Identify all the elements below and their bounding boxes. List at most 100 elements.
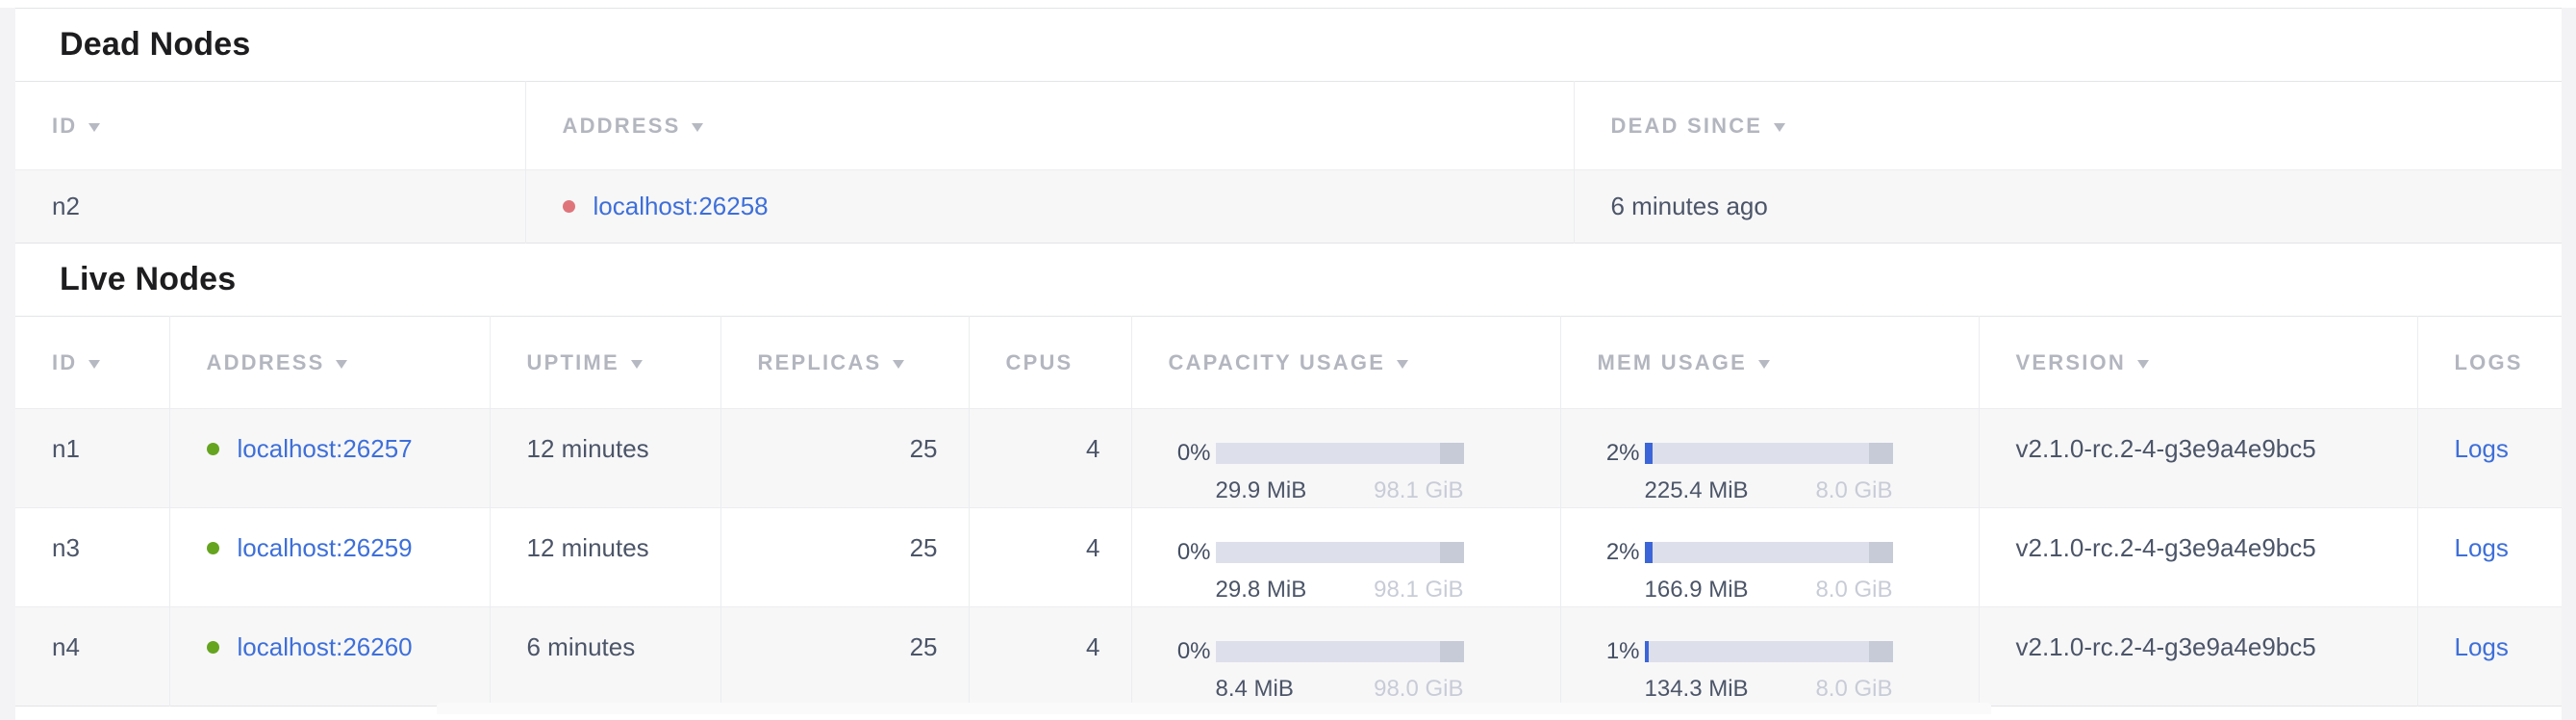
column-header-dead-since[interactable]: DEAD SINCE <box>1574 82 2562 170</box>
column-header-label: LOGS <box>2455 350 2523 374</box>
page-left-gutter <box>0 8 15 720</box>
cpus-cell: 4 <box>969 409 1131 508</box>
live-node-row: n3localhost:2625912 minutes2540%29.8 MiB… <box>15 508 2562 607</box>
column-header-label: ADDRESS <box>207 350 325 374</box>
version-value: v2.1.0-rc.2-4-g3e9a4e9bc5 <box>2016 632 2316 661</box>
column-header-address[interactable]: ADDRESS <box>525 82 1574 170</box>
capacity-usage-track <box>1216 443 1464 464</box>
capacity-used-value: 8.4 MiB <box>1216 675 1294 704</box>
column-header-label: MEM USAGE <box>1598 350 1747 374</box>
live-status-dot-icon <box>207 641 219 654</box>
mem-usage-track <box>1645 542 1893 563</box>
column-header-capacity-usage[interactable]: CAPACITY USAGE <box>1131 317 1560 409</box>
version-cell: v2.1.0-rc.2-4-g3e9a4e9bc5 <box>1979 607 2417 707</box>
capacity-usage-values: 29.8 MiB98.1 GiB <box>1216 576 1464 604</box>
page-right-gutter <box>2562 8 2576 720</box>
capacity-other-usage-segment <box>1440 542 1464 563</box>
node-address-link[interactable]: localhost:26260 <box>238 632 413 661</box>
capacity-usage-cell: 0%29.8 MiB98.1 GiB <box>1131 508 1560 607</box>
dead-nodes-table: IDADDRESSDEAD SINCE n2localhost:262586 m… <box>15 81 2562 244</box>
column-header-replicas[interactable]: REPLICAS <box>720 317 969 409</box>
mem-usage-cell: 1%134.3 MiB8.0 GiB <box>1560 607 1979 707</box>
sort-arrow-icon <box>88 360 100 369</box>
logs-link[interactable]: Logs <box>2455 632 2509 661</box>
capacity-usage-values: 29.9 MiB 98.1 GiB <box>1216 476 1464 505</box>
uptime-cell: 12 minutes <box>490 409 720 508</box>
node-address-link[interactable]: localhost:26258 <box>593 192 769 220</box>
mem-usage-track <box>1645 641 1893 662</box>
cluster-overview-page: Dead Nodes IDADDRESSDEAD SINCE n2localho… <box>0 0 2576 720</box>
mem-usage-bar-line: 2% <box>1598 439 1979 468</box>
capacity-usage-bar-chart: 0%29.9 MiB98.1 GiB <box>1169 439 1560 505</box>
mem-usage-track <box>1645 443 1893 464</box>
capacity-usage-track <box>1216 641 1464 662</box>
column-header-label: ADDRESS <box>563 114 681 138</box>
node-list-content: Dead Nodes IDADDRESSDEAD SINCE n2localho… <box>15 8 2562 707</box>
sort-arrow-icon <box>1774 123 1785 132</box>
node-id-cell: n4 <box>15 607 169 707</box>
mem-other-usage-segment <box>1869 542 1893 563</box>
column-header-cpus: CPUS <box>969 317 1131 409</box>
capacity-usage-percent: 0% <box>1169 637 1211 666</box>
column-header-label: CPUS <box>1006 350 1073 374</box>
live-node-row: n1localhost:2625712 minutes2540%29.9 MiB… <box>15 409 2562 508</box>
column-header-label: DEAD SINCE <box>1611 114 1763 138</box>
sort-arrow-icon <box>692 123 703 132</box>
node-id-cell: n1 <box>15 409 169 508</box>
live-status-dot-icon <box>207 542 219 554</box>
mem-total-value: 8.0 GiB <box>1815 476 1892 505</box>
sort-arrow-icon <box>88 123 100 132</box>
node-address-link[interactable]: localhost:26259 <box>238 533 413 562</box>
column-header-version[interactable]: VERSION <box>1979 317 2417 409</box>
mem-usage-bar-line: 1% <box>1598 637 1979 666</box>
capacity-total-value: 98.0 GiB <box>1374 675 1463 704</box>
mem-used-value: 166.9 MiB <box>1645 576 1749 604</box>
column-header-id[interactable]: ID <box>15 82 525 170</box>
live-node-row: n4localhost:262606 minutes2540%8.4 MiB98… <box>15 607 2562 707</box>
capacity-used-value: 29.8 MiB <box>1216 576 1307 604</box>
mem-usage-values: 225.4 MiB 8.0 GiB <box>1645 476 1893 505</box>
column-header-logs: LOGS <box>2417 317 2562 409</box>
column-header-address[interactable]: ADDRESS <box>169 317 490 409</box>
node-id-cell: n2 <box>15 170 525 244</box>
mem-usage-bar-chart: 2%225.4 MiB 8.0 GiB <box>1598 439 1979 505</box>
sort-arrow-icon <box>336 360 347 369</box>
capacity-usage-bar-chart: 0%8.4 MiB 98.0 GiB <box>1169 637 1560 704</box>
logs-link[interactable]: Logs <box>2455 434 2509 463</box>
mem-usage-percent: 1% <box>1598 637 1640 666</box>
dead-nodes-header-row: ID ADDRESS DEAD SINCE <box>15 82 2562 170</box>
live-status-dot-icon <box>207 443 219 455</box>
node-address-cell: localhost:26260 <box>169 607 490 707</box>
version-cell: v2.1.0-rc.2-4-g3e9a4e9bc5 <box>1979 409 2417 508</box>
capacity-total-value: 98.1 GiB <box>1374 476 1463 505</box>
logs-cell: Logs <box>2417 409 2562 508</box>
mem-usage-percent: 2% <box>1598 439 1640 468</box>
logs-link[interactable]: Logs <box>2455 533 2509 562</box>
mem-used-value: 225.4 MiB <box>1645 476 1749 505</box>
dead-status-dot-icon <box>563 200 575 213</box>
node-address-link[interactable]: localhost:26257 <box>238 434 413 463</box>
uptime-cell: 12 minutes <box>490 508 720 607</box>
mem-used-segment <box>1645 641 1649 662</box>
column-header-mem-usage[interactable]: MEM USAGE <box>1560 317 1979 409</box>
node-id-cell: n3 <box>15 508 169 607</box>
mem-used-segment <box>1645 443 1653 464</box>
live-nodes-heading: Live Nodes <box>15 244 2562 316</box>
column-header-label: ID <box>52 350 77 374</box>
mem-usage-bar-chart: 2%166.9 MiB8.0 GiB <box>1598 538 1979 604</box>
mem-usage-values: 134.3 MiB8.0 GiB <box>1645 675 1893 704</box>
column-header-label: CAPACITY USAGE <box>1169 350 1386 374</box>
column-header-label: UPTIME <box>527 350 619 374</box>
mem-total-value: 8.0 GiB <box>1815 576 1892 604</box>
mem-used-segment <box>1645 542 1653 563</box>
mem-usage-values: 166.9 MiB 8.0 GiB <box>1645 576 1893 604</box>
column-header-uptime[interactable]: UPTIME <box>490 317 720 409</box>
dead-node-row: n2localhost:262586 minutes ago <box>15 170 2562 244</box>
mem-other-usage-segment <box>1869 443 1893 464</box>
sort-arrow-icon <box>1397 360 1408 369</box>
capacity-usage-bar-chart: 0%29.8 MiB98.1 GiB <box>1169 538 1560 604</box>
capacity-used-value: 29.9 MiB <box>1216 476 1307 505</box>
cpus-cell: 4 <box>969 607 1131 707</box>
capacity-usage-values: 8.4 MiB 98.0 GiB <box>1216 675 1464 704</box>
column-header-id[interactable]: ID <box>15 317 169 409</box>
